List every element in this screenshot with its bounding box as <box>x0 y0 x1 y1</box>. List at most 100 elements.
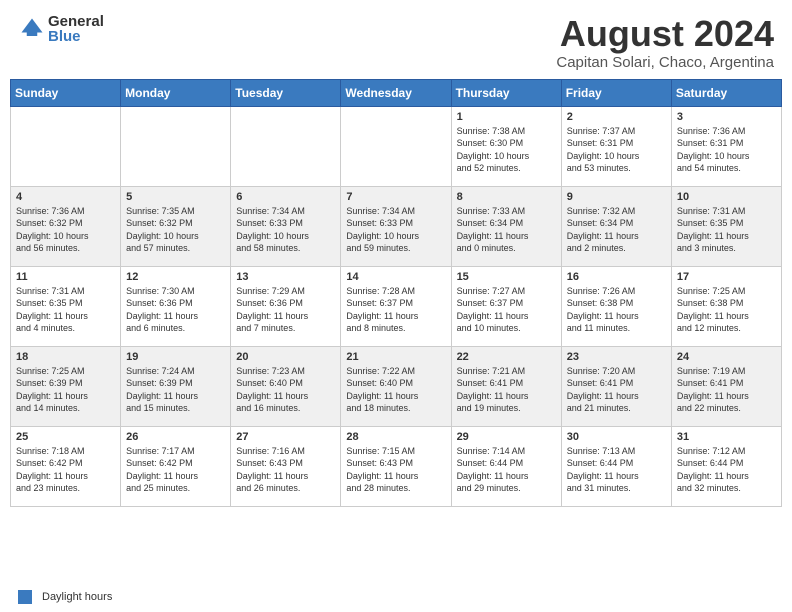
cell-info: Sunrise: 7:36 AM Sunset: 6:31 PM Dayligh… <box>677 125 776 175</box>
cell-info: Sunrise: 7:24 AM Sunset: 6:39 PM Dayligh… <box>126 365 225 415</box>
cell-info: Sunrise: 7:32 AM Sunset: 6:34 PM Dayligh… <box>567 205 666 255</box>
calendar-cell: 6 Sunrise: 7:34 AM Sunset: 6:33 PM Daylig… <box>231 186 341 266</box>
calendar-cell: 10 Sunrise: 7:31 AM Sunset: 6:35 PM Dayli… <box>671 186 781 266</box>
calendar-cell: 31Sunrise: 7:12 AM Sunset: 6:44 PM Dayli… <box>671 426 781 506</box>
day-number: 4 <box>16 191 115 203</box>
calendar-cell: 5 Sunrise: 7:35 AM Sunset: 6:32 PM Daylig… <box>121 186 231 266</box>
day-number: 6 <box>236 191 335 203</box>
week-row-2: 11Sunrise: 7:31 AM Sunset: 6:35 PM Dayli… <box>11 266 782 346</box>
cell-info: Sunrise: 7:37 AM Sunset: 6:31 PM Dayligh… <box>567 125 666 175</box>
calendar-cell: 12Sunrise: 7:30 AM Sunset: 6:36 PM Dayli… <box>121 266 231 346</box>
calendar-cell: 19 Sunrise: 7:24 AM Sunset: 6:39 PM Dayli… <box>121 346 231 426</box>
month-year: August 2024 <box>556 14 774 54</box>
day-number: 10 <box>677 191 776 203</box>
day-number: 27 <box>236 431 335 443</box>
day-number: 24 <box>677 351 776 363</box>
calendar-cell: 30 Sunrise: 7:13 AM Sunset: 6:44 PM Dayli… <box>561 426 671 506</box>
header-day-thursday: Thursday <box>451 79 561 106</box>
calendar-cell: 3 Sunrise: 7:36 AM Sunset: 6:31 PM Daylig… <box>671 106 781 186</box>
week-row-0: 1 Sunrise: 7:38 AM Sunset: 6:30 PM Daylig… <box>11 106 782 186</box>
location: Capitan Solari, Chaco, Argentina <box>556 54 774 71</box>
cell-info: Sunrise: 7:18 AM Sunset: 6:42 PM Dayligh… <box>16 445 115 495</box>
day-number: 16 <box>567 271 666 283</box>
calendar-cell: 14 Sunrise: 7:28 AM Sunset: 6:37 PM Dayli… <box>341 266 451 346</box>
cell-info: Sunrise: 7:13 AM Sunset: 6:44 PM Dayligh… <box>567 445 666 495</box>
calendar-cell <box>231 106 341 186</box>
calendar-cell: 20 Sunrise: 7:23 AM Sunset: 6:40 PM Dayli… <box>231 346 341 426</box>
legend-box-icon <box>18 590 32 604</box>
cell-info: Sunrise: 7:27 AM Sunset: 6:37 PM Dayligh… <box>457 285 556 335</box>
day-number: 20 <box>236 351 335 363</box>
calendar-cell: 25Sunrise: 7:18 AM Sunset: 6:42 PM Dayli… <box>11 426 121 506</box>
day-number: 26 <box>126 431 225 443</box>
day-number: 29 <box>457 431 556 443</box>
cell-info: Sunrise: 7:38 AM Sunset: 6:30 PM Dayligh… <box>457 125 556 175</box>
day-number: 28 <box>346 431 445 443</box>
calendar-cell: 17Sunrise: 7:25 AM Sunset: 6:38 PM Dayli… <box>671 266 781 346</box>
calendar-cell: 27 Sunrise: 7:16 AM Sunset: 6:43 PM Dayli… <box>231 426 341 506</box>
logo-blue: Blue <box>48 29 104 44</box>
week-row-3: 18Sunrise: 7:25 AM Sunset: 6:39 PM Dayli… <box>11 346 782 426</box>
calendar-table: SundayMondayTuesdayWednesdayThursdayFrid… <box>10 79 782 507</box>
header-day-wednesday: Wednesday <box>341 79 451 106</box>
cell-info: Sunrise: 7:35 AM Sunset: 6:32 PM Dayligh… <box>126 205 225 255</box>
calendar-cell: 18Sunrise: 7:25 AM Sunset: 6:39 PM Dayli… <box>11 346 121 426</box>
day-number: 14 <box>346 271 445 283</box>
cell-info: Sunrise: 7:33 AM Sunset: 6:34 PM Dayligh… <box>457 205 556 255</box>
header-day-tuesday: Tuesday <box>231 79 341 106</box>
calendar-cell: 2Sunrise: 7:37 AM Sunset: 6:31 PM Daylig… <box>561 106 671 186</box>
day-number: 30 <box>567 431 666 443</box>
cell-info: Sunrise: 7:34 AM Sunset: 6:33 PM Dayligh… <box>236 205 335 255</box>
calendar-cell: 22Sunrise: 7:21 AM Sunset: 6:41 PM Dayli… <box>451 346 561 426</box>
header-day-saturday: Saturday <box>671 79 781 106</box>
cell-info: Sunrise: 7:14 AM Sunset: 6:44 PM Dayligh… <box>457 445 556 495</box>
day-number: 7 <box>346 191 445 203</box>
cell-info: Sunrise: 7:17 AM Sunset: 6:42 PM Dayligh… <box>126 445 225 495</box>
cell-info: Sunrise: 7:31 AM Sunset: 6:35 PM Dayligh… <box>677 205 776 255</box>
header-day-monday: Monday <box>121 79 231 106</box>
calendar-cell: 11Sunrise: 7:31 AM Sunset: 6:35 PM Dayli… <box>11 266 121 346</box>
calendar-cell: 29 Sunrise: 7:14 AM Sunset: 6:44 PM Dayli… <box>451 426 561 506</box>
calendar-cell: 1 Sunrise: 7:38 AM Sunset: 6:30 PM Daylig… <box>451 106 561 186</box>
header: General Blue August 2024 Capitan Solari,… <box>0 0 792 79</box>
day-number: 15 <box>457 271 556 283</box>
day-number: 1 <box>457 111 556 123</box>
day-number: 3 <box>677 111 776 123</box>
calendar: SundayMondayTuesdayWednesdayThursdayFrid… <box>0 79 792 586</box>
week-row-4: 25Sunrise: 7:18 AM Sunset: 6:42 PM Dayli… <box>11 426 782 506</box>
calendar-cell: 8Sunrise: 7:33 AM Sunset: 6:34 PM Daylig… <box>451 186 561 266</box>
calendar-cell <box>121 106 231 186</box>
logo-text: General Blue <box>48 14 104 44</box>
header-day-friday: Friday <box>561 79 671 106</box>
cell-info: Sunrise: 7:23 AM Sunset: 6:40 PM Dayligh… <box>236 365 335 415</box>
day-number: 23 <box>567 351 666 363</box>
cell-info: Sunrise: 7:29 AM Sunset: 6:36 PM Dayligh… <box>236 285 335 335</box>
cell-info: Sunrise: 7:15 AM Sunset: 6:43 PM Dayligh… <box>346 445 445 495</box>
cell-info: Sunrise: 7:21 AM Sunset: 6:41 PM Dayligh… <box>457 365 556 415</box>
day-number: 9 <box>567 191 666 203</box>
calendar-body: 1 Sunrise: 7:38 AM Sunset: 6:30 PM Daylig… <box>11 106 782 506</box>
cell-info: Sunrise: 7:31 AM Sunset: 6:35 PM Dayligh… <box>16 285 115 335</box>
logo-general: General <box>48 14 104 29</box>
cell-info: Sunrise: 7:16 AM Sunset: 6:43 PM Dayligh… <box>236 445 335 495</box>
day-number: 17 <box>677 271 776 283</box>
title-block: August 2024 Capitan Solari, Chaco, Argen… <box>556 14 774 71</box>
week-row-1: 4Sunrise: 7:36 AM Sunset: 6:32 PM Daylig… <box>11 186 782 266</box>
day-number: 5 <box>126 191 225 203</box>
cell-info: Sunrise: 7:34 AM Sunset: 6:33 PM Dayligh… <box>346 205 445 255</box>
cell-info: Sunrise: 7:20 AM Sunset: 6:41 PM Dayligh… <box>567 365 666 415</box>
day-number: 13 <box>236 271 335 283</box>
header-row: SundayMondayTuesdayWednesdayThursdayFrid… <box>11 79 782 106</box>
cell-info: Sunrise: 7:28 AM Sunset: 6:37 PM Dayligh… <box>346 285 445 335</box>
calendar-cell: 13 Sunrise: 7:29 AM Sunset: 6:36 PM Dayli… <box>231 266 341 346</box>
calendar-cell: 9 Sunrise: 7:32 AM Sunset: 6:34 PM Daylig… <box>561 186 671 266</box>
calendar-cell: 21Sunrise: 7:22 AM Sunset: 6:40 PM Dayli… <box>341 346 451 426</box>
calendar-cell: 28 Sunrise: 7:15 AM Sunset: 6:43 PM Dayli… <box>341 426 451 506</box>
day-number: 12 <box>126 271 225 283</box>
calendar-cell: 24Sunrise: 7:19 AM Sunset: 6:41 PM Dayli… <box>671 346 781 426</box>
day-number: 19 <box>126 351 225 363</box>
cell-info: Sunrise: 7:12 AM Sunset: 6:44 PM Dayligh… <box>677 445 776 495</box>
calendar-cell <box>341 106 451 186</box>
legend-label: Daylight hours <box>42 591 112 603</box>
page: General Blue August 2024 Capitan Solari,… <box>0 0 792 612</box>
